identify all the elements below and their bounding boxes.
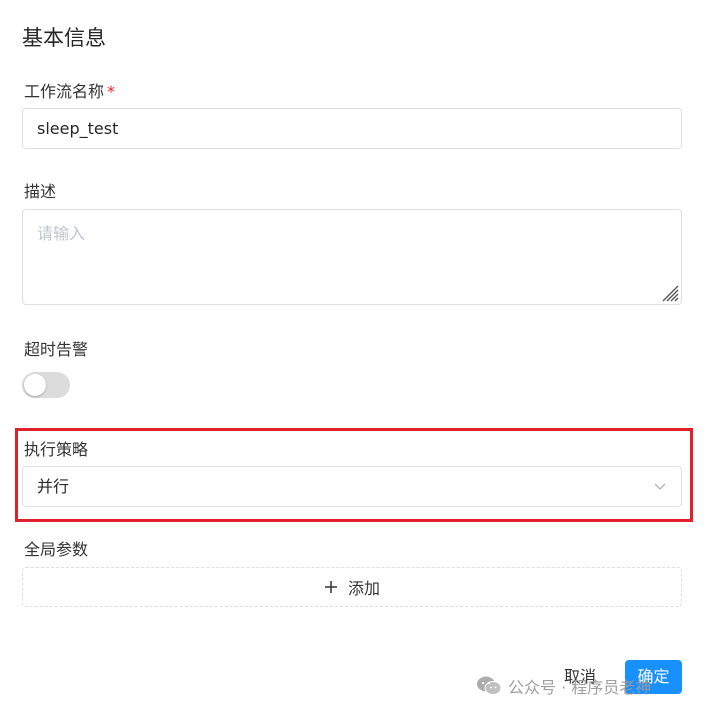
workflow-basic-info-form: 基本信息 工作流名称 * sleep_test 描述 请输入 超时告警 执行策略 … xyxy=(0,0,707,713)
section-title: 基本信息 xyxy=(22,26,106,50)
plus-icon xyxy=(324,581,337,593)
toggle-knob xyxy=(24,374,46,396)
execution-strategy-value: 并行 xyxy=(37,477,70,496)
timeout-alert-label: 超时告警 xyxy=(24,340,89,359)
watermark-text: 公众号 · 程序员老神 xyxy=(508,678,652,697)
timeout-alert-toggle[interactable] xyxy=(22,372,70,398)
resize-handle-icon[interactable] xyxy=(659,282,679,302)
global-params-label: 全局参数 xyxy=(24,540,89,559)
add-button-label: 添加 xyxy=(347,579,380,598)
workflow-name-input[interactable]: sleep_test xyxy=(22,108,682,149)
chevron-down-icon xyxy=(654,483,666,490)
workflow-name-label: 工作流名称 * xyxy=(24,78,115,102)
add-global-param-button[interactable]: 添加 xyxy=(22,567,682,607)
execution-strategy-label: 执行策略 xyxy=(24,440,89,459)
workflow-name-label-text: 工作流名称 xyxy=(24,82,105,101)
description-label: 描述 xyxy=(24,182,57,201)
wechat-icon xyxy=(477,676,502,695)
watermark: 公众号 · 程序员老神 xyxy=(476,674,651,698)
required-mark: * xyxy=(107,82,116,101)
description-textarea[interactable]: 请输入 xyxy=(22,209,682,305)
description-placeholder: 请输入 xyxy=(37,224,86,243)
execution-strategy-select[interactable]: 并行 xyxy=(22,466,682,507)
